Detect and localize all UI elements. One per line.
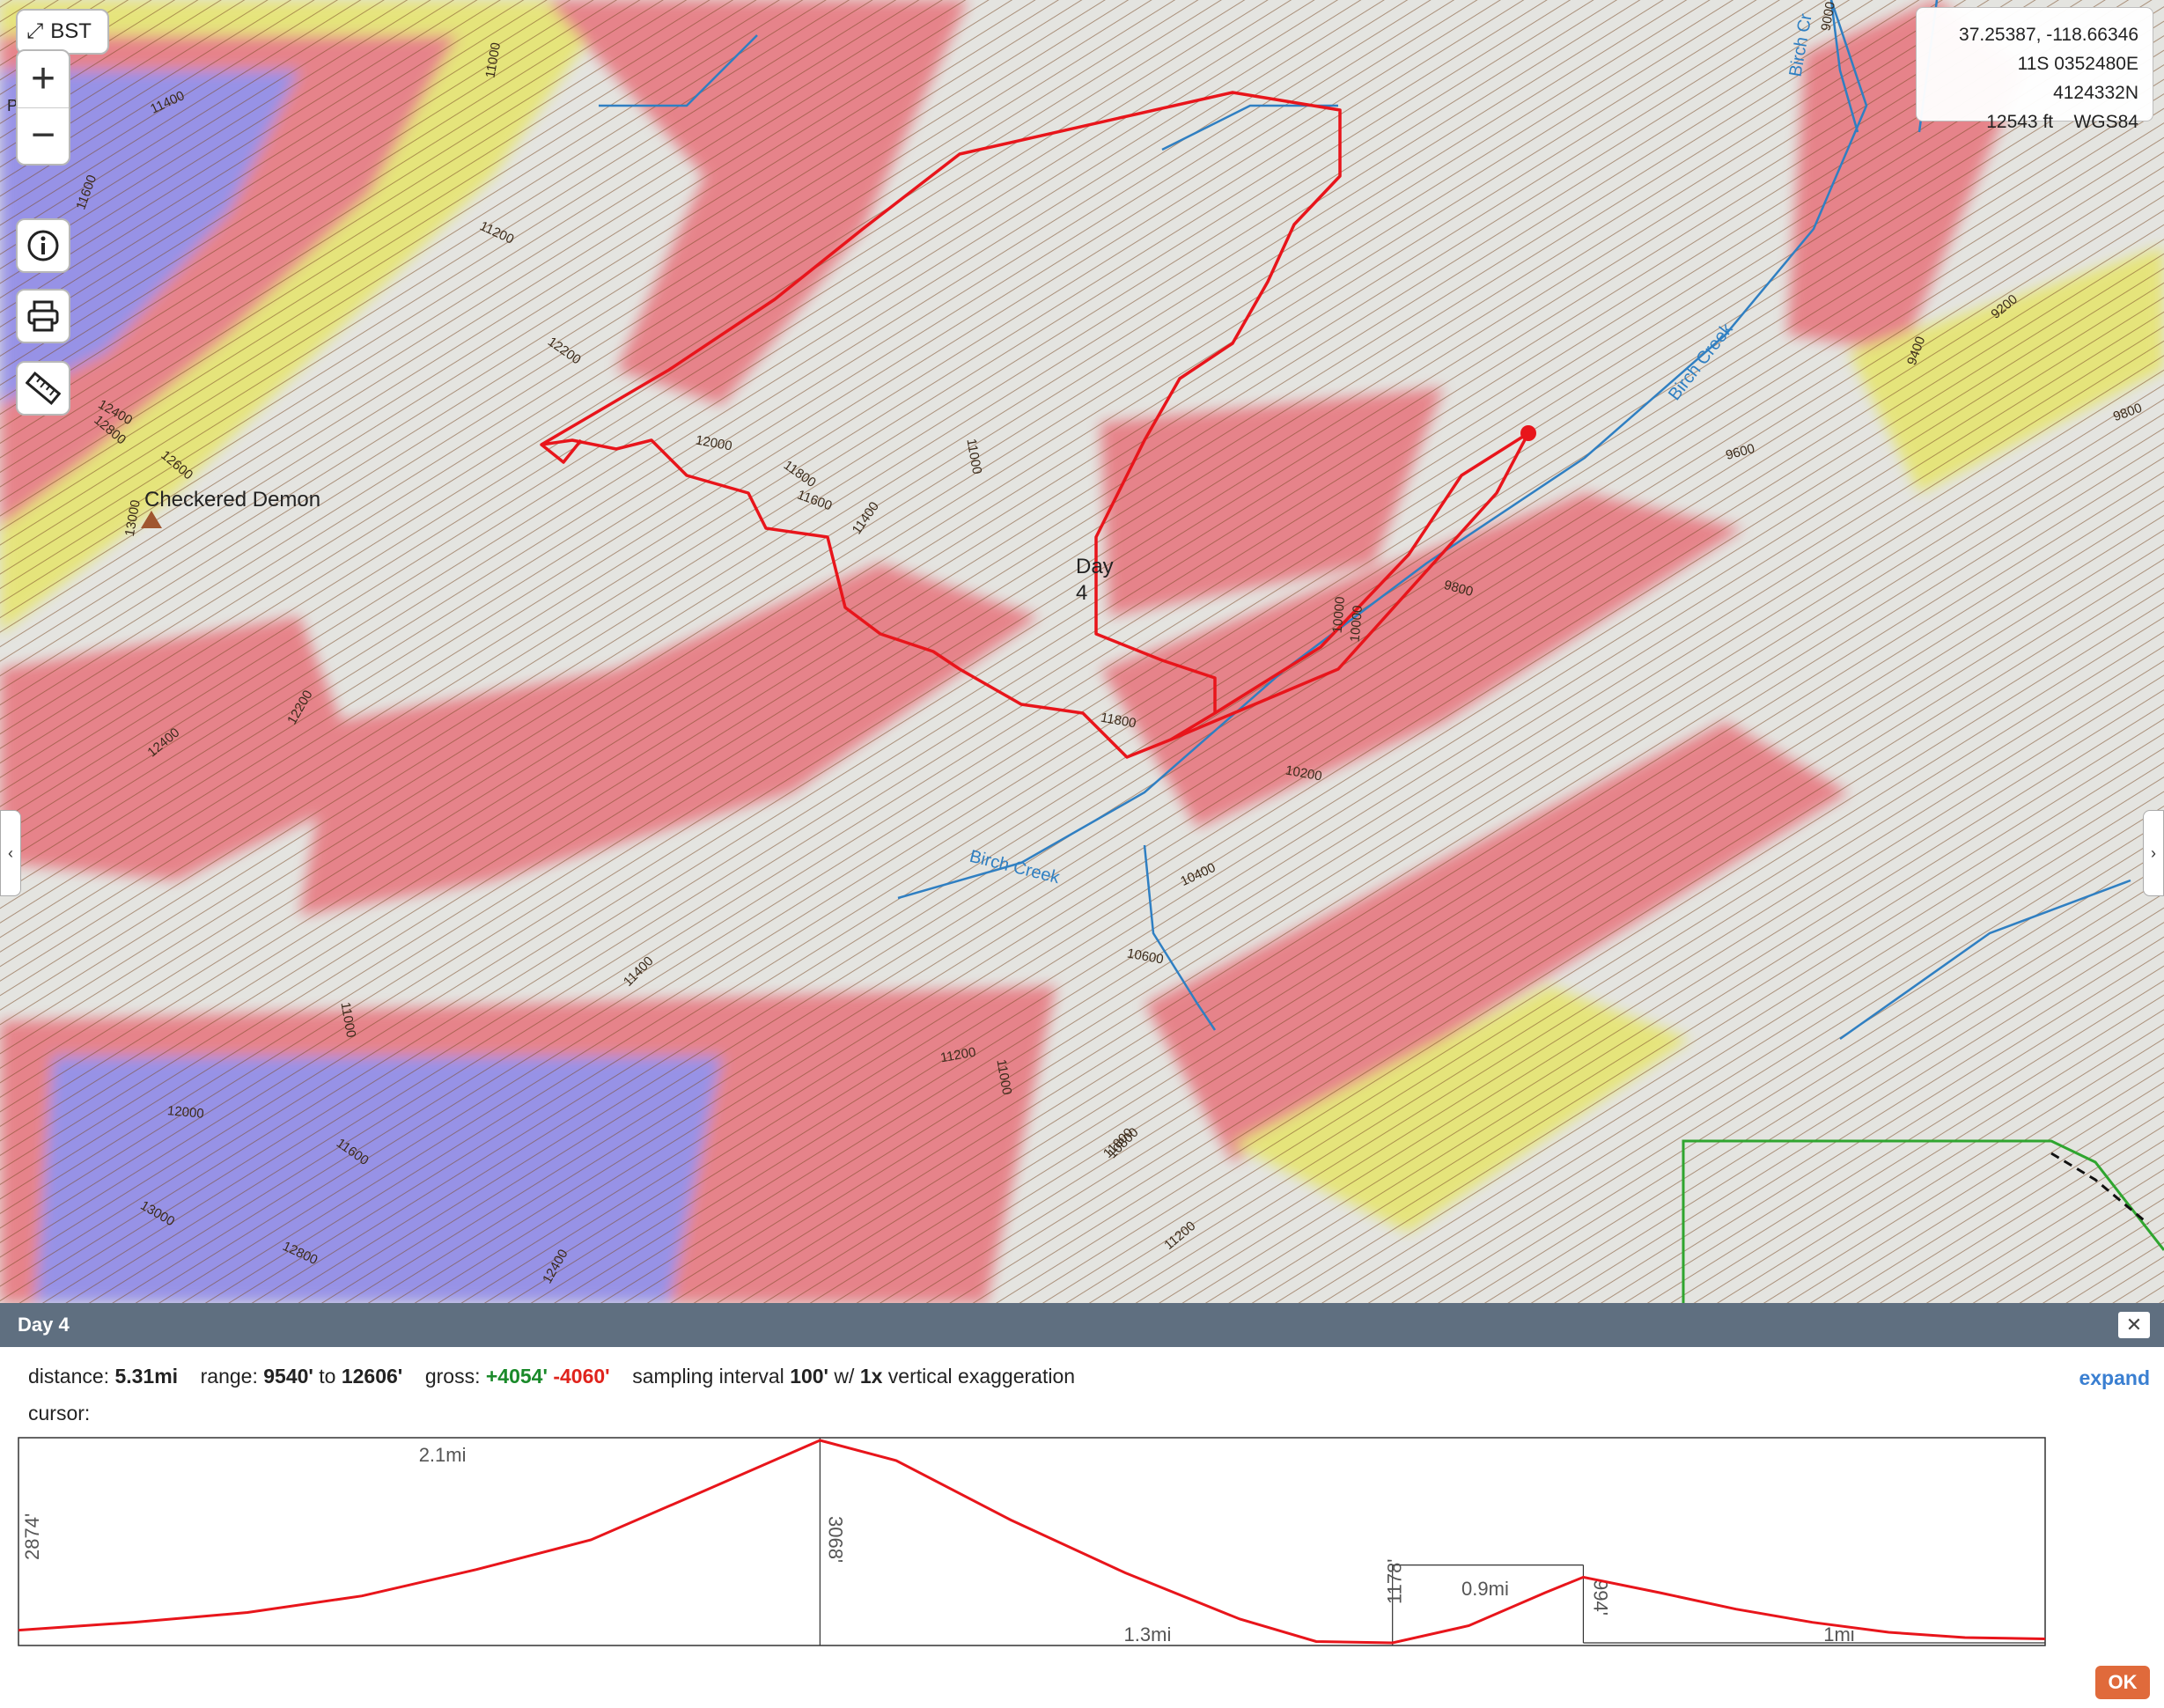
cursor-readout: cursor:	[28, 1402, 91, 1425]
zoom-in-button[interactable]: +	[18, 51, 69, 108]
elevation-profile-chart[interactable]: 2874'2.1mi3068'1.3mi1178' 0.9mi 994'1mi	[18, 1437, 2046, 1646]
ok-button[interactable]: OK	[2095, 1666, 2150, 1699]
datum-readout: WGS84	[2073, 112, 2138, 132]
basemap-label: BST	[50, 19, 92, 43]
elevation-profile-panel: Day 4 ✕ distance: 5.31mi range: 9540' to…	[0, 1303, 2164, 1708]
segment-gain-label: 1178'	[1384, 1558, 1406, 1604]
range-low: 9540'	[263, 1365, 313, 1388]
loss-value: -4060'	[553, 1365, 610, 1388]
range-to: to	[319, 1365, 336, 1388]
contour-label: 10000	[1329, 595, 1349, 635]
day-label-line1: Day	[1076, 555, 1114, 578]
contour-label: 10000	[1347, 604, 1366, 644]
segment-gain-label: 2874'	[21, 1513, 43, 1560]
exaggeration-label: vertical exaggeration	[887, 1365, 1076, 1388]
contour-label: 12000	[166, 1103, 205, 1122]
distance-value: 5.31mi	[114, 1365, 179, 1388]
gross-label: gross:	[424, 1365, 481, 1388]
zoom-out-button[interactable]: −	[18, 107, 69, 164]
latlon-readout: 37.25387, -118.66346	[1959, 25, 2138, 45]
expand-link[interactable]: expand	[2079, 1366, 2150, 1390]
segment-loss-label: 3068'	[824, 1516, 846, 1563]
topo-map[interactable]: Checkered Demon Pe.. Day 4 Birch Creek B…	[0, 0, 2164, 1303]
close-button[interactable]: ✕	[2118, 1312, 2150, 1338]
exaggeration-value: 1x	[859, 1365, 883, 1388]
print-icon	[27, 300, 59, 332]
basemap-toggle-button[interactable]: ⤢ BST	[16, 9, 109, 55]
sampling-label: sampling interval	[632, 1365, 784, 1388]
info-icon	[27, 230, 59, 261]
measure-button[interactable]	[16, 361, 70, 416]
gain-value: +4054'	[485, 1365, 548, 1388]
with-label: w/	[834, 1365, 855, 1388]
panel-title: Day 4	[0, 1303, 2164, 1347]
segment-distance-label: 0.9mi	[1461, 1578, 1509, 1600]
profile-stats: distance: 5.31mi range: 9540' to 12606' …	[28, 1365, 1075, 1388]
terrain-layer	[0, 0, 2164, 1303]
segment-distance-label: 1.3mi	[1124, 1623, 1172, 1645]
elevation-readout: 12543 ft	[1986, 112, 2054, 132]
peak-label: Checkered Demon	[144, 488, 321, 512]
zoom-control: + −	[16, 49, 70, 166]
range-high: 12606'	[341, 1365, 403, 1388]
right-panel-toggle[interactable]: ›	[2143, 810, 2164, 896]
expand-icon: ⤢	[26, 19, 44, 43]
distance-label: distance:	[28, 1365, 110, 1388]
left-panel-toggle[interactable]: ‹	[0, 810, 21, 896]
elevation-datum-readout: 12543 ft WGS84	[1931, 107, 2138, 136]
range-label: range:	[200, 1365, 258, 1388]
utm-readout: 11S 0352480E 4124332N	[2017, 54, 2138, 103]
day-label-line2: 4	[1076, 581, 1088, 605]
print-button[interactable]	[16, 289, 70, 343]
segment-distance-label: 2.1mi	[419, 1444, 467, 1466]
ruler-icon	[26, 371, 61, 406]
info-button[interactable]	[16, 218, 70, 273]
profile-frame	[18, 1437, 2046, 1646]
coordinate-readout: 37.25387, -118.66346 11S 0352480E 412433…	[1916, 7, 2153, 132]
interval-value: 100'	[790, 1365, 829, 1388]
segment-loss-label: 994'	[1589, 1579, 1611, 1616]
